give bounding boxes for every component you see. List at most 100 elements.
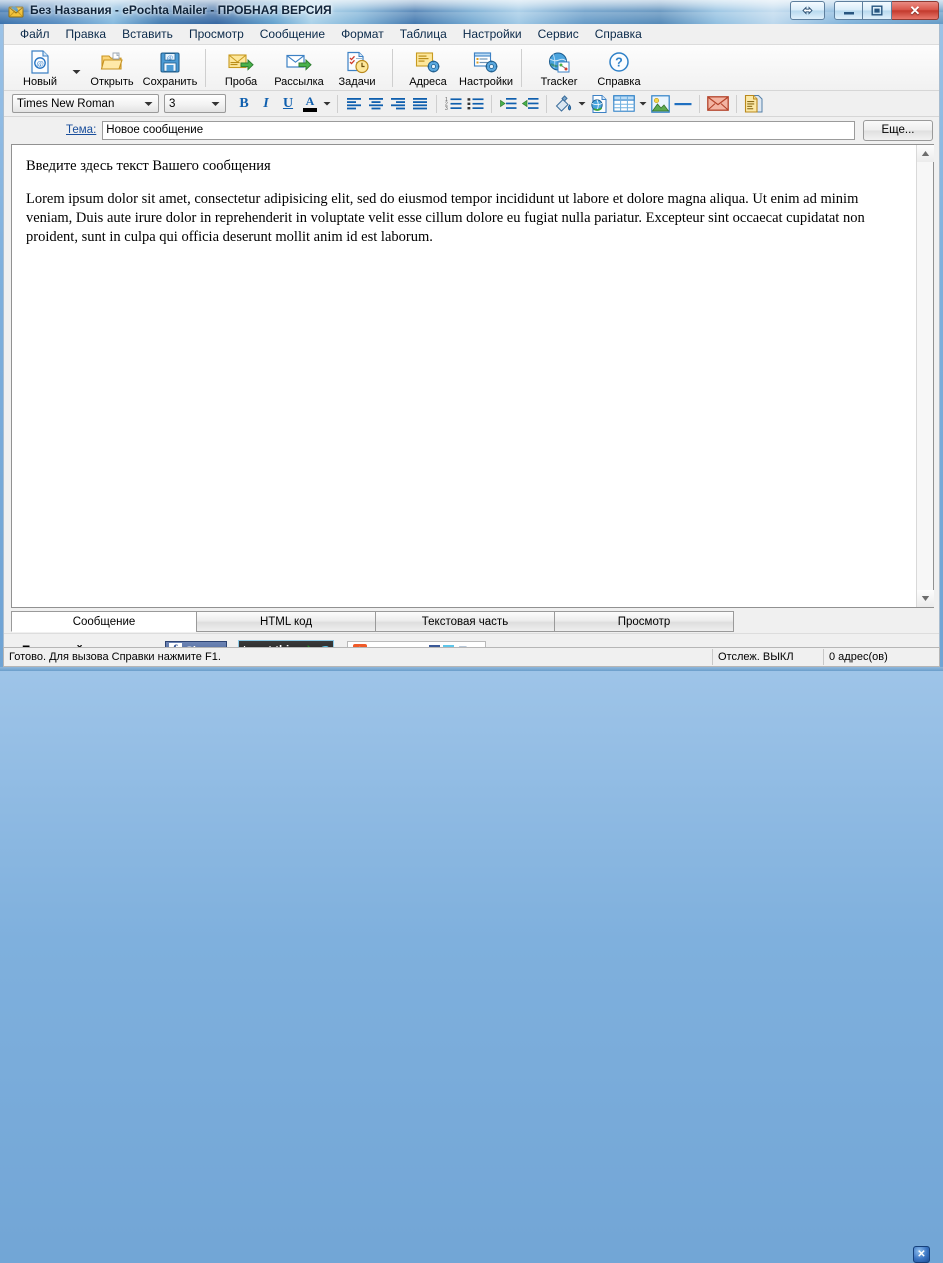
unordered-list-button[interactable] xyxy=(464,93,486,114)
menu-insert[interactable]: Вставить xyxy=(115,25,180,43)
background-color-dropdown-caret-icon[interactable] xyxy=(576,93,587,114)
font-size-value: 3 xyxy=(169,97,176,110)
toolbar-label-open: Открыть xyxy=(90,76,134,88)
menu-view[interactable]: Просмотр xyxy=(182,25,251,43)
new-dropdown-caret-icon[interactable] xyxy=(69,47,83,87)
window-bottom-edge xyxy=(0,667,943,671)
toolbar-button-tracker[interactable]: Tracker xyxy=(528,47,590,91)
insert-image-button[interactable] xyxy=(648,93,672,114)
message-editor-container: Введите здесь текст Вашего сообщения Lor… xyxy=(11,144,934,608)
font-color-glyph: A xyxy=(305,94,315,108)
insert-link-button[interactable] xyxy=(587,93,611,114)
tab-text-part[interactable]: Текстовая часть xyxy=(375,611,555,632)
toolbar-label-tracker: Tracker xyxy=(540,76,578,88)
message-editor[interactable]: Введите здесь текст Вашего сообщения Lor… xyxy=(12,145,916,607)
addresses-gear-icon xyxy=(415,50,441,74)
outdent-button[interactable] xyxy=(497,93,519,114)
maximize-button[interactable] xyxy=(863,1,892,20)
menu-format[interactable]: Формат xyxy=(334,25,391,43)
toolbar-button-open[interactable]: Открыть xyxy=(83,47,141,91)
menu-service[interactable]: Сервис xyxy=(531,25,586,43)
tab-preview[interactable]: Просмотр xyxy=(554,611,734,632)
toolbar-button-help[interactable]: ? Справка xyxy=(590,47,648,91)
new-document-icon: @ xyxy=(29,50,51,74)
more-button[interactable]: Еще... xyxy=(863,119,933,141)
editor-vertical-scrollbar[interactable] xyxy=(916,145,934,607)
align-center-button[interactable] xyxy=(365,93,387,114)
client-area: Файл Правка Вставить Просмотр Сообщение … xyxy=(3,24,940,1263)
tab-html-code[interactable]: HTML код xyxy=(196,611,376,632)
format-separator-1 xyxy=(337,94,338,113)
toolbar-label-new: Новый xyxy=(23,76,57,88)
tasks-clock-icon xyxy=(345,50,370,74)
insert-table-dropdown-caret-icon[interactable] xyxy=(637,93,648,114)
font-size-select[interactable]: 3 xyxy=(164,94,226,113)
font-family-value: Times New Roman xyxy=(17,97,115,110)
toolbar-button-mailing[interactable]: Рассылка xyxy=(270,47,328,91)
tracker-globe-icon xyxy=(547,50,571,74)
toolbar-label-help: Справка xyxy=(597,76,641,88)
italic-button[interactable]: I xyxy=(255,93,277,114)
toolbar-separator-2 xyxy=(392,49,393,87)
menu-settings[interactable]: Настройки xyxy=(456,25,529,43)
save-floppy-icon: @ xyxy=(159,50,181,74)
font-color-dropdown-caret-icon[interactable] xyxy=(321,93,332,114)
menu-edit[interactable]: Правка xyxy=(59,25,114,43)
underline-button[interactable]: U xyxy=(277,93,299,114)
tab-message[interactable]: Сообщение xyxy=(11,611,197,632)
menu-message[interactable]: Сообщение xyxy=(253,25,332,43)
toolbar-button-test[interactable]: Проба xyxy=(212,47,270,91)
status-addresses: 0 адрес(ов) xyxy=(829,651,888,663)
format-separator-4 xyxy=(546,94,547,113)
toolbar-label-tasks: Задачи xyxy=(338,76,376,88)
insert-email-button[interactable] xyxy=(705,93,731,114)
minimize-button[interactable] xyxy=(834,1,863,20)
window-title: Без Названия - ePochta Mailer - ПРОБНАЯ … xyxy=(30,3,332,17)
menu-help[interactable]: Справка xyxy=(588,25,649,43)
align-justify-button[interactable] xyxy=(409,93,431,114)
menu-table[interactable]: Таблица xyxy=(393,25,454,43)
horizontal-rule-button[interactable] xyxy=(672,93,694,114)
format-separator-2 xyxy=(436,94,437,113)
align-left-button[interactable] xyxy=(343,93,365,114)
resize-button[interactable] xyxy=(790,1,825,20)
subject-label[interactable]: Тема: xyxy=(66,124,96,136)
align-right-button[interactable] xyxy=(387,93,409,114)
close-button[interactable]: ✕ xyxy=(892,1,939,20)
toolbar-button-save[interactable]: @ Сохранить xyxy=(141,47,199,91)
status-tracking: Отслеж. ВЫКЛ xyxy=(718,651,794,663)
toolbar-label-save: Сохранить xyxy=(142,76,198,88)
format-toolbar: Times New Roman 3 B I U A 1 2 3 xyxy=(4,91,939,117)
font-family-select[interactable]: Times New Roman xyxy=(12,94,159,113)
application-window: Без Названия - ePochta Mailer - ПРОБНАЯ … xyxy=(0,0,943,1263)
title-bar[interactable]: Без Названия - ePochta Mailer - ПРОБНАЯ … xyxy=(0,0,943,24)
subject-row: Тема: Еще... xyxy=(4,117,939,143)
font-color-button[interactable]: A xyxy=(299,93,321,114)
scroll-down-arrow-icon[interactable] xyxy=(917,590,934,607)
indent-button[interactable] xyxy=(519,93,541,114)
menu-bar: Файл Правка Вставить Просмотр Сообщение … xyxy=(4,24,939,45)
status-bar: Готово. Для вызова Справки нажмите F1. О… xyxy=(3,647,940,667)
editor-heading: Введите здесь текст Вашего сообщения xyxy=(26,158,271,174)
status-message: Готово. Для вызова Справки нажмите F1. xyxy=(9,651,221,663)
bold-glyph: B xyxy=(239,95,249,111)
send-mail-icon xyxy=(286,50,312,74)
insert-template-button[interactable] xyxy=(742,93,766,114)
ordered-list-button[interactable]: 123 xyxy=(442,93,464,114)
bold-button[interactable]: B xyxy=(233,93,255,114)
help-question-icon: ? xyxy=(608,50,630,74)
toolbar-button-settings[interactable]: Настройки xyxy=(457,47,515,91)
subject-input[interactable] xyxy=(102,120,855,140)
background-color-button[interactable] xyxy=(552,93,576,114)
chevron-down-icon xyxy=(208,96,223,111)
open-folder-icon xyxy=(100,50,124,74)
share-bar-close-button[interactable]: ✕ xyxy=(913,1246,930,1263)
insert-table-button[interactable] xyxy=(611,93,637,114)
menu-file[interactable]: Файл xyxy=(13,25,57,43)
toolbar-label-test: Проба xyxy=(224,76,258,88)
toolbar-button-new[interactable]: @ Новый xyxy=(11,47,69,91)
toolbar-button-tasks[interactable]: Задачи xyxy=(328,47,386,91)
toolbar-button-addresses[interactable]: Адреса xyxy=(399,47,457,91)
scrollbar-track[interactable] xyxy=(917,162,933,590)
scroll-up-arrow-icon[interactable] xyxy=(917,145,934,162)
